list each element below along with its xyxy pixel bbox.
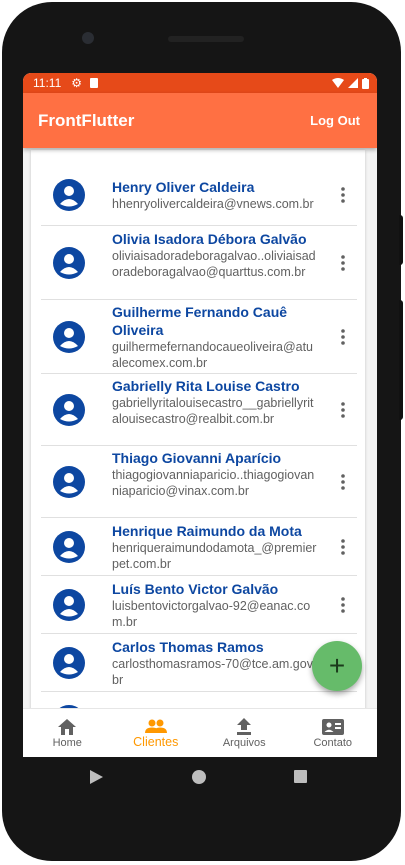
more-options-button[interactable] (333, 595, 353, 615)
back-icon[interactable] (90, 770, 103, 784)
status-bar: 11:11 ⚙ (23, 73, 377, 93)
account-circle-icon (53, 179, 85, 211)
account-circle-icon (53, 247, 85, 279)
settings-notification-icon: ⚙ (71, 76, 83, 90)
status-time: 11:11 (33, 76, 62, 90)
client-name: Olivia Isadora Débora Galvão (112, 231, 307, 247)
front-camera (82, 32, 94, 44)
client-email: hhenryolivercaldeira@vnews.com.br (112, 197, 314, 211)
more-vert-icon (341, 539, 345, 555)
logout-button[interactable]: Log Out (310, 113, 360, 128)
bottom-navigation: Home Clientes Arquivos Contato (23, 708, 377, 757)
more-options-button[interactable] (333, 185, 353, 205)
people-icon (144, 719, 167, 733)
nav-clientes[interactable]: Clientes (112, 709, 201, 757)
system-navigation-bar (90, 770, 307, 784)
contact-card-icon (321, 718, 344, 735)
app-bar: FrontFlutter Log Out (23, 93, 377, 148)
power-button (399, 215, 403, 265)
volume-button (399, 300, 403, 420)
home-icon (58, 718, 77, 735)
account-circle-icon (53, 466, 85, 498)
client-email: luisbentovictorgalvao-92@eanac.com.br (112, 599, 311, 629)
add-icon: + (328, 650, 346, 681)
client-email: gabriellyritalouisecastro__gabriellyrita… (112, 396, 314, 426)
more-vert-icon (341, 255, 345, 271)
client-list-item[interactable]: Luís Bento Victor Galvão luisbentovictorg… (41, 576, 357, 634)
nav-home[interactable]: Home (23, 709, 112, 757)
more-options-button[interactable] (333, 537, 353, 557)
client-list-item[interactable]: Henry Oliver Caldeira hhenryolivercaldeir… (41, 165, 357, 226)
upload-icon (237, 718, 252, 735)
wifi-icon (332, 78, 344, 88)
client-name: Carlos Thomas Ramos (112, 639, 264, 655)
app-screen: 11:11 ⚙ FrontFlutter Log Out Henry Olive… (23, 73, 377, 757)
nav-contato[interactable]: Contato (289, 709, 378, 757)
account-circle-icon (53, 531, 85, 563)
signal-icon (348, 78, 358, 88)
nav-home-label: Home (52, 736, 82, 749)
client-list-item[interactable]: Henrique Raimundo da Mota henriqueraimund… (41, 518, 357, 576)
more-vert-icon (341, 187, 345, 203)
more-vert-icon (341, 474, 345, 490)
nav-clientes-label: Clientes (133, 734, 179, 749)
more-options-button[interactable] (333, 472, 353, 492)
more-vert-icon (341, 402, 345, 418)
nav-arquivos-label: Arquivos (222, 737, 266, 749)
nav-arquivos[interactable]: Arquivos (200, 709, 289, 757)
client-email: thiagogiovanniaparicio..thiagogiovanniap… (112, 468, 315, 498)
speaker-grille (168, 36, 244, 42)
sd-card-icon (90, 78, 99, 88)
account-circle-icon (53, 589, 85, 621)
home-system-icon[interactable] (192, 770, 206, 784)
client-list-item[interactable]: Guilherme Fernando Cauê Oliveira guilherm… (41, 300, 357, 374)
nav-contato-label: Contato (313, 736, 353, 749)
app-title: FrontFlutter (38, 110, 135, 130)
more-options-button[interactable] (333, 253, 353, 273)
client-name: Gabrielly Rita Louise Castro (112, 378, 300, 394)
account-circle-icon (53, 647, 85, 679)
client-email: oliviaisadoradeboragalvao..oliviaisadora… (112, 249, 316, 279)
client-list-card: Henry Oliver Caldeira hhenryolivercaldeir… (31, 150, 365, 708)
client-list-item[interactable]: Gabrielly Rita Louise Castro gabriellyrit… (41, 374, 357, 446)
more-vert-icon (341, 329, 345, 345)
client-name: Henrique Raimundo da Mota (112, 523, 302, 539)
battery-icon (362, 77, 369, 89)
client-email: henriqueraimundodamota_@premierpet.com.b… (112, 541, 317, 571)
client-name: Luís Bento Victor Galvão (112, 581, 279, 597)
recents-icon[interactable] (294, 770, 307, 783)
more-options-button[interactable] (333, 327, 353, 347)
client-list-item[interactable]: Erick Juan João Barros (41, 692, 357, 708)
add-client-button[interactable]: + (312, 641, 362, 691)
client-list-item[interactable]: Olivia Isadora Débora Galvão oliviaisador… (41, 226, 357, 300)
client-name: Guilherme Fernando Cauê Oliveira (112, 304, 288, 338)
client-list-item[interactable]: Carlos Thomas Ramos carlosthomasramos-70@… (41, 634, 357, 692)
client-email: carlosthomasramos-70@tce.am.gov.br (112, 657, 316, 687)
more-options-button[interactable] (333, 400, 353, 420)
client-list-item[interactable]: Thiago Giovanni Aparício thiagogiovanniap… (41, 446, 357, 518)
more-vert-icon (341, 597, 345, 613)
account-circle-icon (53, 394, 85, 426)
client-email: guilhermefernandocaueoliveira@atualecome… (112, 340, 314, 370)
client-name: Thiago Giovanni Aparício (112, 450, 282, 466)
account-circle-icon (53, 321, 85, 353)
client-name: Henry Oliver Caldeira (112, 179, 255, 195)
client-list-area: Henry Oliver Caldeira hhenryolivercaldeir… (23, 148, 377, 708)
